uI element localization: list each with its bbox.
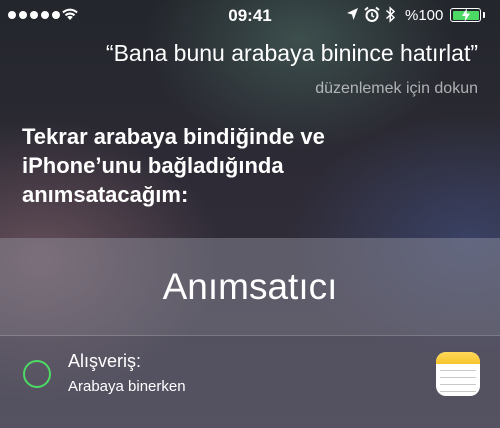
- reminder-card[interactable]: Anımsatıcı Alışveriş: Arabaya binerken: [0, 238, 500, 428]
- status-bar: 09:41 %100: [0, 0, 500, 30]
- location-arrow-icon: [347, 8, 358, 20]
- charging-bolt-icon: [462, 8, 470, 22]
- siri-response-text: Tekrar arabaya bindiğinde ve iPhone’unu …: [22, 124, 325, 207]
- alarm-icon: [364, 6, 380, 22]
- reminder-item[interactable]: Alışveriş: Arabaya binerken: [0, 336, 500, 428]
- battery-cap: [483, 12, 485, 18]
- checkbox-circle-icon[interactable]: [23, 360, 51, 388]
- reminder-item-title: Alışveriş:: [68, 351, 142, 371]
- notes-app-icon[interactable]: [436, 352, 480, 396]
- reminder-card-title: Anımsatıcı: [162, 266, 338, 307]
- siri-query-text[interactable]: “Bana bunu arabaya binince hatırlat”: [106, 40, 478, 67]
- reminder-item-subtitle: Arabaya binerken: [68, 378, 186, 395]
- reminder-card-header: Anımsatıcı: [0, 238, 500, 335]
- bluetooth-icon: [385, 6, 396, 23]
- tap-to-edit-hint[interactable]: düzenlemek için dokun: [315, 80, 478, 98]
- battery-percent: %100: [405, 7, 444, 24]
